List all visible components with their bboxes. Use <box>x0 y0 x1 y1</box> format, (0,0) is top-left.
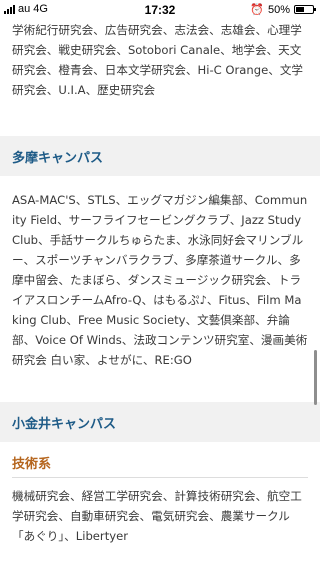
section-header-koganei: 小金井キャンパス <box>0 402 320 442</box>
section-header-tama: 多摩キャンパス <box>0 136 320 176</box>
battery-percent: 50% <box>267 3 290 16</box>
scrollbar[interactable] <box>314 350 317 405</box>
koganei-tech-club-list: 機械研究会、経営工学研究会、計算技術研究会、航空工学研究会、自動車研究会、電気研… <box>12 489 302 543</box>
page-content: 学術紀行研究会、広告研究会、志法会、志雄会、心理学研究会、戦史研究会、Sotob… <box>0 20 320 566</box>
subheader-tech: 技術系 <box>0 454 320 478</box>
alarm-icon: ⏰ <box>250 4 264 16</box>
battery-icon <box>294 5 316 14</box>
intro-club-list: 学術紀行研究会、広告研究会、志法会、志雄会、心理学研究会、戦史研究会、Sotob… <box>12 23 304 97</box>
status-bar: au 4G 17:32 ⏰ 50% <box>0 0 320 20</box>
tama-club-list: ASA-MAC'S、STLS、エッグマガジン編集部、Community Fiel… <box>12 193 308 367</box>
status-right: ⏰ 50% <box>250 3 316 16</box>
